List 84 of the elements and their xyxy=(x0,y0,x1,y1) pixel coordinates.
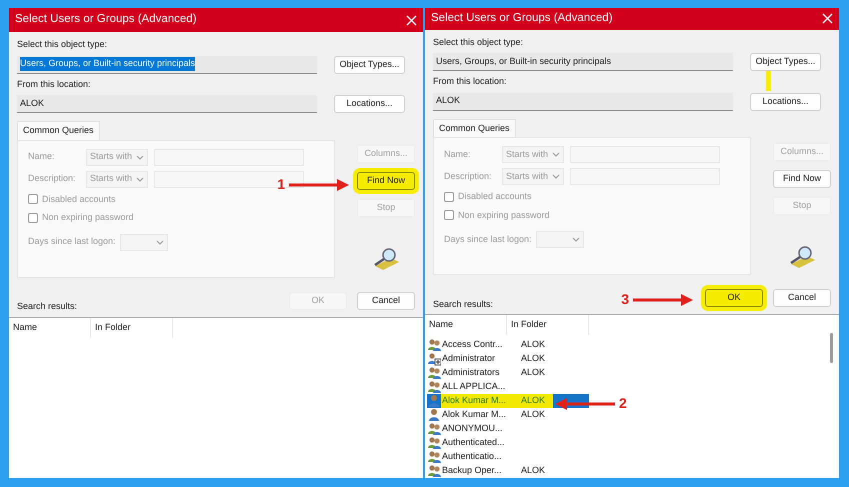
step-number: 3 xyxy=(621,290,629,309)
item-folder: ALOK xyxy=(521,408,546,422)
caret-icon xyxy=(572,237,580,242)
location-field[interactable]: ALOK xyxy=(17,95,317,113)
item-folder: ALOK xyxy=(521,338,546,352)
item-folder: ALOK xyxy=(521,464,546,478)
item-name: Authenticated... xyxy=(441,436,506,450)
list-row[interactable]: Backup Oper... ALOK xyxy=(427,464,589,478)
locations-button[interactable]: Locations... xyxy=(750,92,821,110)
locations-button[interactable]: Locations... xyxy=(334,95,405,113)
column-header[interactable]: Name xyxy=(9,318,91,338)
field-label: Description: xyxy=(444,170,493,183)
item-folder: ALOK xyxy=(521,366,546,380)
item-name: Authenticatio... xyxy=(441,450,503,464)
item-name: Alok Kumar M... xyxy=(441,408,508,422)
item-name: Administrators xyxy=(441,366,501,380)
location-field[interactable]: ALOK xyxy=(433,92,733,110)
column-header[interactable]: Name xyxy=(425,315,507,335)
item-folder: ALOK xyxy=(521,394,546,408)
object-type-field[interactable]: Users, Groups, or Built-in security principals xyxy=(433,53,733,71)
field-label: From this location: xyxy=(17,78,92,90)
caret-icon xyxy=(552,174,560,179)
list-row[interactable]: ANONYMOU... xyxy=(427,422,589,436)
caret-icon xyxy=(552,152,560,157)
pointer-arrow xyxy=(633,294,693,306)
group-icon xyxy=(427,450,441,464)
user-icon xyxy=(427,394,441,408)
step-number: 1 xyxy=(277,175,285,194)
user-icon xyxy=(427,408,441,422)
item-name: Alok Kumar M... xyxy=(441,394,508,408)
window-title: Select Users or Groups (Advanced) xyxy=(15,12,197,28)
query-button[interactable]: Find Now xyxy=(773,170,831,188)
item-name: ANONYMOU... xyxy=(441,422,504,436)
checkbox-label: Non expiring password xyxy=(458,208,550,222)
object-types-button[interactable]: Object Types... xyxy=(334,56,405,74)
item-name: Access Contr... xyxy=(441,338,504,352)
field-label: Select this object type: xyxy=(433,36,524,49)
list-row[interactable]: Authenticatio... xyxy=(427,450,589,464)
field-label: From this location: xyxy=(433,75,508,88)
results-label: Search results: xyxy=(433,298,494,310)
caret-icon xyxy=(156,240,164,244)
pointer-arrow xyxy=(289,178,349,190)
pointer-arrow xyxy=(555,398,615,410)
list-row[interactable]: Authenticated... xyxy=(427,436,589,450)
column-header[interactable]: In Folder xyxy=(507,315,589,335)
close-icon[interactable] xyxy=(822,13,833,24)
list-row[interactable]: Alok Kumar M... ALOK xyxy=(427,394,589,408)
object-type-field[interactable]: Users, Groups, or Built-in security principals xyxy=(17,56,317,74)
list-row[interactable]: Alok Kumar M... ALOK xyxy=(427,408,589,422)
cancel-button[interactable]: Cancel xyxy=(773,289,831,307)
field-label: Name: xyxy=(444,148,472,161)
group-icon xyxy=(427,338,441,352)
item-folder: ALOK xyxy=(521,352,546,366)
caret-icon xyxy=(136,176,144,182)
close-icon[interactable] xyxy=(406,14,417,26)
field-label: Days since last logon: xyxy=(444,232,532,246)
column-header[interactable]: In Folder xyxy=(91,318,173,338)
text-field[interactable] xyxy=(154,170,304,188)
list-row[interactable]: Access Contr... ALOK xyxy=(427,338,589,352)
field-label: Description: xyxy=(28,172,77,186)
scrollbar[interactable] xyxy=(830,333,833,363)
window-title: Select Users or Groups (Advanced) xyxy=(431,11,613,26)
group-icon xyxy=(427,436,441,450)
list-row[interactable]: ALL APPLICA... xyxy=(427,380,589,394)
field-label: Select this object type: xyxy=(17,38,108,51)
group-icon xyxy=(427,464,441,478)
item-name: ALL APPLICA... xyxy=(441,380,506,394)
item-name: Backup Oper... xyxy=(441,464,503,478)
results-label: Search results: xyxy=(17,300,78,313)
list-row[interactable]: Administrators ALOK xyxy=(427,366,589,380)
list-row[interactable]: Administrator ALOK xyxy=(427,352,589,366)
group-icon xyxy=(427,366,441,380)
step-number: 2 xyxy=(619,394,627,413)
checkbox-label: Non expiring password xyxy=(42,211,134,224)
field-label: Name: xyxy=(28,150,56,164)
cancel-button[interactable]: Cancel xyxy=(357,292,415,310)
checkbox-label: Disabled accounts xyxy=(42,192,116,206)
checkbox-label: Disabled accounts xyxy=(458,190,532,203)
item-name: Administrator xyxy=(441,352,496,366)
field-label: Days since last logon: xyxy=(28,235,116,248)
group-icon xyxy=(427,380,441,394)
caret-icon xyxy=(136,154,144,160)
group-icon xyxy=(427,422,441,436)
object-types-button[interactable]: Object Types... xyxy=(750,53,821,71)
